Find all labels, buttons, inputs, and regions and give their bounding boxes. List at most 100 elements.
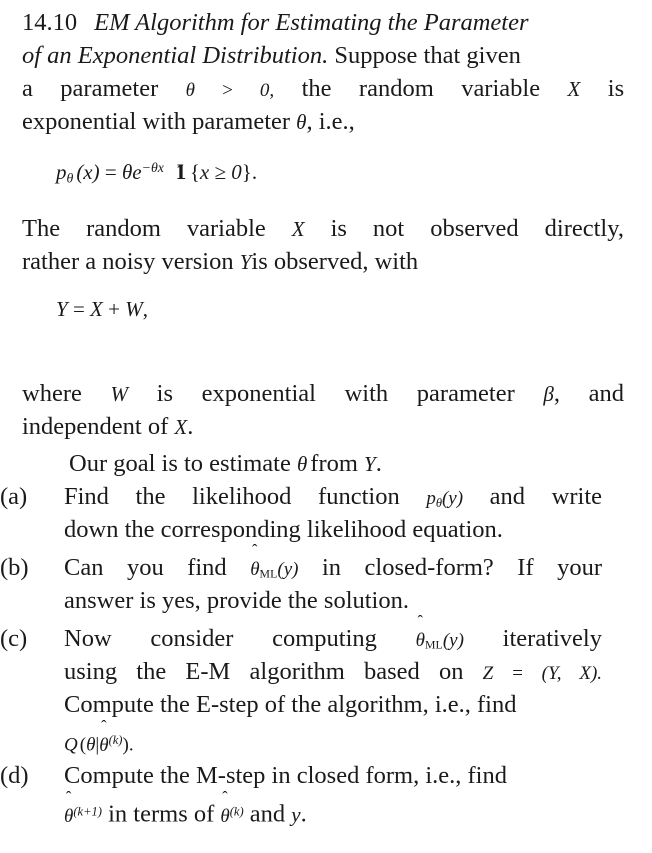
item-b-text-b: in closed-form? If your (321, 554, 603, 581)
eq1-arg: (x) (76, 160, 100, 185)
problem-title-line-1: 14.10 EM Algorithm for Estimating the Par… (22, 6, 624, 39)
goal-text-b: from (310, 450, 358, 477)
item-d-text-b: and (249, 800, 286, 828)
eq2-x: X (90, 297, 103, 321)
document-page: 14.10 EM Algorithm for Estimating the Par… (0, 0, 652, 853)
math-theta-ml-y-c: ˆ θML(y) (416, 613, 464, 651)
item-c-q-function: Q (θ| ˆ θ(k)). (64, 718, 602, 762)
hat-accent-icon-5: ˆ (222, 787, 228, 807)
intro-text-exponential: exponential with parameter (22, 108, 291, 135)
eq1-p: p (56, 160, 67, 185)
item-d-line-1: Compute the M-step in closed form, i.e.,… (64, 762, 507, 789)
p2-text-c: rather a noisy version (22, 248, 234, 275)
item-b-text-a: Can you find (64, 554, 227, 581)
item-c-q-theta: θ (86, 734, 96, 756)
intro-word-variable: variable (461, 75, 541, 102)
intro-line-3: a parameter θ > 0, the random variable X… (22, 72, 624, 107)
hat-accent-icon-2: ˆ (417, 612, 423, 632)
item-c-line-2: using the E-M algorithm based on Z = (Y,… (64, 655, 602, 690)
math-var-y-d: y (291, 802, 301, 827)
item-c-q-superscript: (k) (108, 733, 123, 747)
item-c-line-3: Compute the E-step of the algorithm, i.e… (64, 691, 517, 718)
math-var-x-3: X (174, 415, 188, 439)
item-a-arg: (y) (441, 488, 464, 509)
item-d-line-2: ˆ θ(k+1) in terms of ˆ θ(k) and y. (64, 789, 602, 833)
intro-word-a: a (22, 75, 33, 102)
problem-title-line-2: of an Exponential Distribution. Suppose … (22, 39, 624, 72)
intro-text-suppose: Suppose that given (334, 42, 521, 69)
intro-word-parameter: parameter (60, 75, 159, 102)
p3-text-b: , and (553, 380, 625, 407)
paragraph3-line-2: independent of X. (22, 410, 624, 444)
list-marker-c: (c) (0, 625, 28, 652)
item-c-word-on: on (438, 658, 464, 685)
math-beta: β (543, 382, 554, 406)
list-marker-b: (b) (0, 554, 29, 581)
eq2-w: W (125, 297, 143, 321)
paragraph2-line-2: rather a noisy version Yis observed, wit… (22, 245, 624, 279)
item-d-superscript: (k+1) (73, 804, 102, 818)
p3-beta-wrap: β, and (543, 380, 624, 407)
eq2-comma: , (142, 297, 148, 321)
theta-hat-q: ˆθ (99, 718, 108, 762)
item-c-word-now: Now (64, 625, 112, 652)
p3-text-d: . (187, 413, 194, 440)
p3-text-a: is exponential with parameter (156, 380, 515, 407)
equation-density: pθ (x) = θe−θx 1I {x ≥ 0}. (56, 160, 257, 187)
intro-word-random: random (358, 75, 434, 102)
item-a-text-b: and write (489, 483, 602, 510)
eq1-theta-sub: θ (66, 170, 74, 186)
math-var-y-goal: Y (364, 452, 376, 476)
item-c-theta: θ (415, 630, 425, 651)
math-theta-ml-y-b: ˆ θML(y) (250, 542, 299, 581)
p2-text-b: is not observed directly, (330, 215, 624, 242)
item-a-text-a: Find the likelihood function (64, 483, 400, 510)
item-c-arg: (y) (442, 630, 464, 651)
math-var-y: Y (239, 250, 252, 274)
item-c-word-iteratively: iteratively (502, 625, 602, 652)
goal-text-c: . (375, 450, 382, 477)
goal-text-a: Our goal is to estimate (69, 450, 291, 477)
hat-accent-icon-4: ˆ (65, 787, 72, 807)
math-var-w: W (110, 382, 129, 406)
p3-text-where: where (22, 380, 82, 407)
item-c-word-the: the (136, 658, 167, 685)
hat-accent-icon-3: ˆ (101, 716, 107, 736)
goal-statement: Our goal is to estimate θ from Y. (69, 447, 382, 481)
eq1-theta: θ (121, 160, 133, 185)
paragraph3-line-1: where W is exponential with parameter β,… (22, 377, 624, 411)
item-b-ml-sub: ML (259, 567, 278, 581)
intro-word-the: the (301, 75, 332, 102)
eq1-period: . (251, 160, 258, 185)
math-theta-hat-k: ˆ θ(k) (220, 789, 244, 827)
paragraph2-line-1: The random variable X is not observed di… (22, 212, 624, 246)
item-c-q-period: . (128, 734, 134, 756)
theta-hat-b: ˆθ (250, 542, 259, 586)
theta-hat-d2: ˆθ (220, 789, 230, 833)
eq2-equals: = (72, 297, 85, 321)
eq1-brace-close: } (241, 160, 252, 185)
item-c-q: Q (64, 734, 78, 756)
item-c-word-using: using (64, 658, 118, 685)
item-d-superscript-2: (k) (229, 804, 244, 818)
item-a-p: p (426, 488, 436, 509)
p3-text-c: independent of (22, 413, 169, 440)
math-var-x: X (567, 77, 581, 101)
eq1-exponent: −θx (141, 160, 164, 175)
item-c-word-algorithm: algorithm (249, 658, 345, 685)
eq1-indicator-body: x ≥ 0 (199, 160, 242, 185)
item-b-line-2: answer is yes, provide the solution. (64, 587, 409, 614)
theta-hat-c: ˆθ (415, 613, 425, 657)
intro-line-4: exponential with parameter θ, i.e., (22, 105, 624, 139)
math-theta-goal: θ (296, 452, 308, 476)
eq1-e: e (132, 160, 142, 185)
indicator-one-symbol: 1I (175, 160, 188, 185)
item-d-theta: θ (64, 805, 74, 827)
item-b-arg: (y) (277, 559, 299, 580)
p2-text-d: is observed, with (251, 248, 419, 275)
p2-text-a: The random variable (22, 215, 266, 242)
math-theta-positive: θ > 0, (185, 80, 275, 101)
math-z-equals-y-x: Z = (Y, X). (482, 663, 603, 684)
item-a-line-2: down the corresponding likelihood equati… (64, 516, 503, 543)
item-d-theta-2: θ (220, 805, 230, 827)
